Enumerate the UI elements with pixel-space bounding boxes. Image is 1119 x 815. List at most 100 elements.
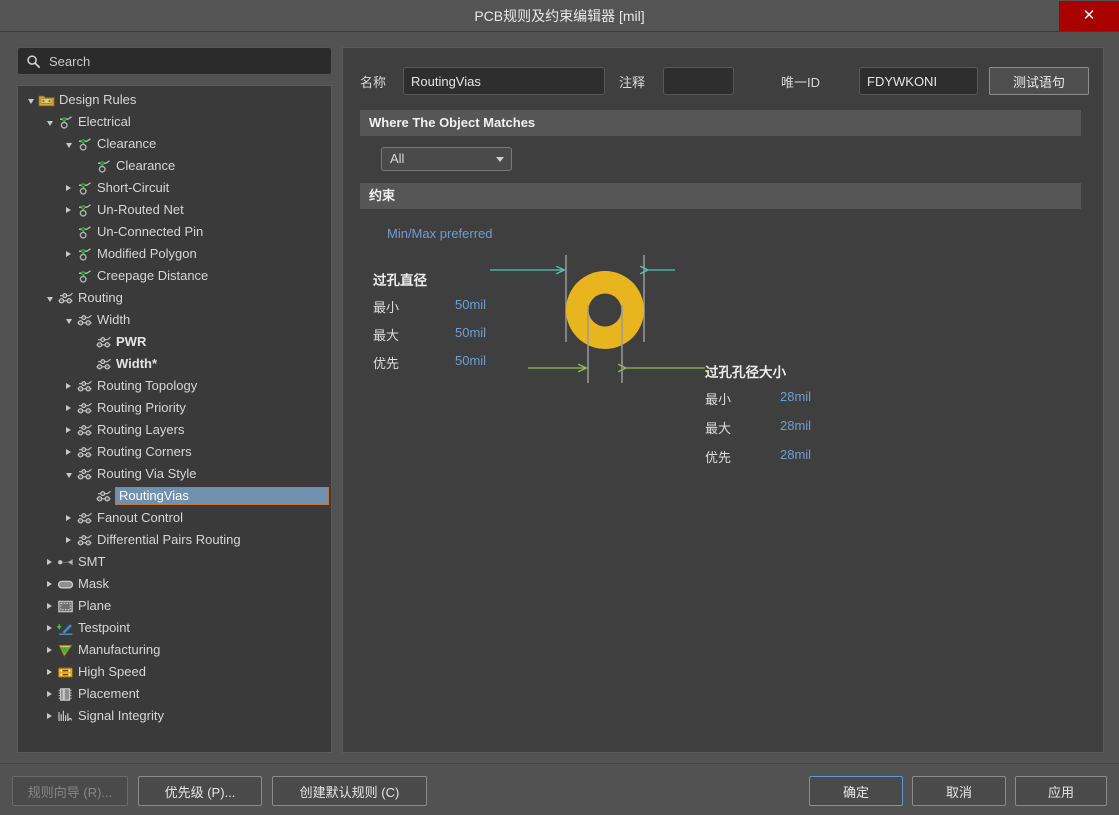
tree-item-creepage-distance[interactable]: Creepage Distance	[18, 265, 331, 287]
scope-dropdown[interactable]: All	[381, 147, 512, 171]
tree-item-width[interactable]: Width*	[18, 353, 331, 375]
tree-item-label: Electrical	[77, 113, 135, 131]
tree-item-modified-polygon[interactable]: Modified Polygon	[18, 243, 331, 265]
design-rules-tree[interactable]: Design Rules Electrical Clearance Clearance…	[17, 85, 332, 753]
chevron-down-icon[interactable]	[43, 111, 56, 133]
tree-item-short-circuit[interactable]: Short-Circuit	[18, 177, 331, 199]
chevron-right-icon[interactable]	[43, 639, 56, 661]
tree-item-routing-priority[interactable]: Routing Priority	[18, 397, 331, 419]
minmax-preferred-link[interactable]: Min/Max preferred	[387, 226, 492, 241]
tree-item-clearance[interactable]: Clearance	[18, 133, 331, 155]
tree-item-width[interactable]: Width	[18, 309, 331, 331]
chevron-right-icon[interactable]	[62, 441, 75, 463]
tree-item-routing-via-style[interactable]: Routing Via Style	[18, 463, 331, 485]
chevron-down-icon[interactable]	[43, 287, 56, 309]
chevron-down-icon[interactable]	[62, 463, 75, 485]
tree-item-pwr[interactable]: PWR	[18, 331, 331, 353]
tree-item-routing-corners[interactable]: Routing Corners	[18, 441, 331, 463]
name-label: 名称	[360, 75, 386, 91]
chevron-right-icon[interactable]	[62, 529, 75, 551]
chevron-down-icon[interactable]	[62, 133, 75, 155]
tree-item-label: PWR	[115, 333, 150, 351]
tree-item-un-connected-pin[interactable]: Un-Connected Pin	[18, 221, 331, 243]
chevron-right-icon[interactable]	[43, 705, 56, 727]
placement-icon	[56, 686, 74, 702]
chevron-down-icon[interactable]	[24, 89, 37, 111]
create-default-rules-button[interactable]: 创建默认规则 (C)	[272, 776, 427, 806]
tree-item-high-speed[interactable]: High Speed	[18, 661, 331, 683]
chevron-down-icon[interactable]	[62, 309, 75, 331]
twisty-spacer	[62, 265, 75, 287]
ok-button[interactable]: 确定	[809, 776, 903, 806]
test-query-button[interactable]: 测试语句	[989, 67, 1089, 95]
electrical-icon	[56, 114, 74, 130]
via-hole-max-value[interactable]: 28mil	[780, 418, 811, 433]
tree-item-routing-layers[interactable]: Routing Layers	[18, 419, 331, 441]
chevron-right-icon[interactable]	[62, 243, 75, 265]
close-icon[interactable]: ✕	[1059, 1, 1119, 31]
tree-item-testpoint[interactable]: Testpoint	[18, 617, 331, 639]
routing-icon	[94, 488, 112, 504]
chevron-right-icon[interactable]	[62, 177, 75, 199]
routing-icon	[75, 444, 93, 460]
comment-field[interactable]	[663, 67, 734, 95]
tree-item-label: Placement	[77, 685, 143, 703]
chevron-right-icon[interactable]	[62, 507, 75, 529]
chevron-right-icon[interactable]	[62, 199, 75, 221]
tree-item-plane[interactable]: Plane	[18, 595, 331, 617]
priority-button[interactable]: 优先级 (P)...	[138, 776, 262, 806]
tree-item-mask[interactable]: Mask	[18, 573, 331, 595]
via-hole-shape	[589, 294, 622, 327]
highspeed-icon	[56, 664, 74, 680]
chevron-right-icon[interactable]	[62, 375, 75, 397]
tree-item-fanout-control[interactable]: Fanout Control	[18, 507, 331, 529]
tree-item-routing-topology[interactable]: Routing Topology	[18, 375, 331, 397]
via-hole-min-value[interactable]: 28mil	[780, 389, 811, 404]
tree-item-manufacturing[interactable]: Manufacturing	[18, 639, 331, 661]
via-diagram	[360, 250, 720, 390]
search-input[interactable]	[47, 48, 327, 74]
tree-item-differential-pairs-routing[interactable]: Differential Pairs Routing	[18, 529, 331, 551]
twisty-spacer	[81, 331, 94, 353]
routing-icon	[75, 378, 93, 394]
rule-wizard-button[interactable]: 规则向导 (R)...	[12, 776, 128, 806]
tree-item-routing[interactable]: Routing	[18, 287, 331, 309]
search-box[interactable]	[17, 47, 332, 75]
chevron-right-icon[interactable]	[43, 683, 56, 705]
title-bar: PCB规则及约束编辑器 [mil] ✕	[0, 0, 1119, 32]
tree-item-label: Signal Integrity	[77, 707, 168, 725]
tree-item-smt[interactable]: SMT	[18, 551, 331, 573]
constraints-header: 约束	[360, 183, 1081, 209]
chevron-right-icon[interactable]	[43, 595, 56, 617]
tree-item-placement[interactable]: Placement	[18, 683, 331, 705]
via-hole-preferred-label: 优先	[705, 447, 731, 466]
manufacturing-icon	[56, 642, 74, 658]
electrical-icon	[75, 136, 93, 152]
unique-id-label: 唯一ID	[781, 75, 820, 91]
chevron-right-icon[interactable]	[43, 661, 56, 683]
chevron-right-icon[interactable]	[43, 573, 56, 595]
cancel-button[interactable]: 取消	[912, 776, 1006, 806]
tree-item-clearance[interactable]: Clearance	[18, 155, 331, 177]
comment-label: 注释	[619, 75, 645, 91]
chevron-right-icon[interactable]	[62, 397, 75, 419]
tree-item-label: Mask	[77, 575, 113, 593]
tree-item-un-routed-net[interactable]: Un-Routed Net	[18, 199, 331, 221]
chevron-right-icon[interactable]	[43, 551, 56, 573]
tree-item-label: Manufacturing	[77, 641, 164, 659]
tree-item-label: Clearance	[96, 135, 160, 153]
tree-item-design-rules[interactable]: Design Rules	[18, 89, 331, 111]
name-field[interactable]	[403, 67, 605, 95]
chevron-right-icon[interactable]	[43, 617, 56, 639]
via-hole-preferred-value[interactable]: 28mil	[780, 447, 811, 462]
tree-item-label: Un-Connected Pin	[96, 223, 207, 241]
tree-item-electrical[interactable]: Electrical	[18, 111, 331, 133]
tree-item-routingvias[interactable]: RoutingVias	[18, 485, 331, 507]
tree-item-label: Routing Via Style	[96, 465, 201, 483]
tree-item-signal-integrity[interactable]: Signal Integrity	[18, 705, 331, 727]
chevron-right-icon[interactable]	[62, 419, 75, 441]
unique-id-field[interactable]	[859, 67, 978, 95]
apply-button[interactable]: 应用	[1015, 776, 1107, 806]
electrical-icon	[75, 180, 93, 196]
twisty-spacer	[81, 155, 94, 177]
